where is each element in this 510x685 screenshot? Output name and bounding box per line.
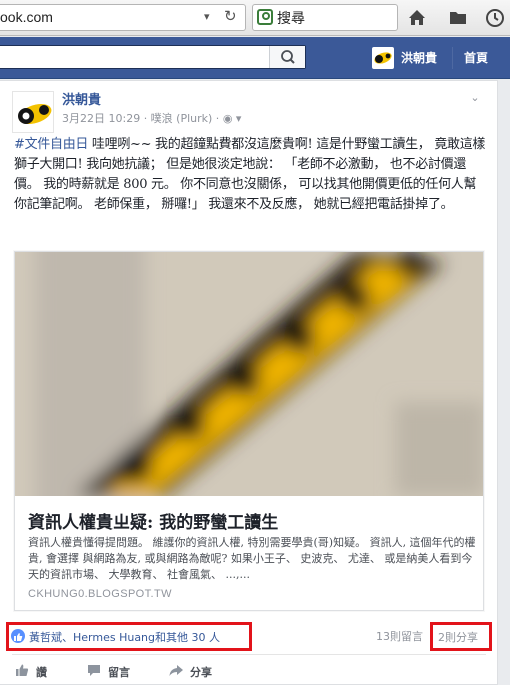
- link-preview-image[interactable]: [15, 252, 483, 496]
- facebook-search-button[interactable]: [269, 46, 305, 68]
- link-preview-domain: CKHUNG0.BLOGSPOT.TW: [28, 588, 172, 600]
- home-link[interactable]: 首頁: [464, 49, 488, 66]
- comments-count[interactable]: 13則留言: [376, 628, 423, 644]
- post-meta-text[interactable]: 3月22日 10:29 · 噗浪 (Plurk) ·: [62, 112, 223, 125]
- post-author-name[interactable]: 洪朝貴: [62, 89, 101, 108]
- browser-toolbar: ook.com ▾ ↻ 搜尋: [0, 0, 510, 36]
- browser-search-placeholder[interactable]: 搜尋: [277, 8, 305, 28]
- thumbs-up-icon: [16, 664, 29, 676]
- actions-divider: [12, 654, 486, 655]
- address-bar-url[interactable]: ook.com: [0, 9, 53, 25]
- link-preview-description: 資訊人權貴懂得提問題。 維護你的資訊人權, 特別需要學貴(哥)知疑。 資訊人, …: [28, 536, 476, 581]
- like-button-label[interactable]: 讚: [36, 664, 47, 680]
- link-preview-card[interactable]: 資訊人權貴ㄓ疑: 我的野蠻工讀生 資訊人權貴懂得提問題。 維護你的資訊人權, 特…: [14, 251, 484, 611]
- link-preview-title[interactable]: 資訊人權貴ㄓ疑: 我的野蠻工讀生: [28, 508, 278, 533]
- search-engine-icon[interactable]: [257, 9, 273, 25]
- speech-bubble-icon: [88, 665, 100, 676]
- share-button-label[interactable]: 分享: [190, 664, 212, 680]
- like-reaction-icon: [11, 629, 25, 643]
- post-hashtag[interactable]: #文件自由日: [14, 137, 88, 152]
- share-arrow-icon: [169, 665, 183, 676]
- home-icon[interactable]: [407, 8, 427, 28]
- likes-summary-highlight[interactable]: 黃哲斌、Hermes Huang和其他 30 人: [6, 622, 252, 651]
- magnifier-icon: [281, 50, 295, 64]
- address-bar[interactable]: ook.com ▾ ↻: [0, 4, 246, 31]
- facebook-header: 洪朝貴 首頁: [0, 37, 510, 79]
- shares-count-highlight[interactable]: 2則分享: [430, 622, 492, 651]
- browser-search-box[interactable]: 搜尋: [252, 4, 398, 31]
- header-username[interactable]: 洪朝貴: [401, 49, 437, 66]
- comment-button-label[interactable]: 留言: [108, 664, 130, 680]
- post-body: #文件自由日 哇哩咧~~ 我的超鐘點費都沒這麼貴啊! 這是什野蠻工讀生， 竟敢這…: [14, 135, 486, 215]
- bookmarks-folder-icon[interactable]: [448, 8, 468, 28]
- header-divider: [452, 47, 453, 69]
- profile-avatar[interactable]: [372, 47, 394, 69]
- history-clock-icon[interactable]: [485, 8, 505, 28]
- post-timestamp[interactable]: 3月22日 10:29 · 噗浪 (Plurk) · ◉ ▾: [62, 110, 241, 126]
- news-feed-post: 洪朝貴 3月22日 10:29 · 噗浪 (Plurk) · ◉ ▾ ⌄ #文件…: [0, 80, 498, 685]
- author-avatar[interactable]: [12, 91, 54, 133]
- url-history-dropdown-icon[interactable]: ▾: [204, 10, 210, 23]
- reload-icon[interactable]: ↻: [224, 7, 237, 25]
- facebook-search-input[interactable]: [0, 45, 306, 69]
- shares-count[interactable]: 2則分享: [438, 629, 478, 645]
- post-options-chevron-icon[interactable]: ⌄: [466, 91, 484, 105]
- likes-summary-text[interactable]: 黃哲斌、Hermes Huang和其他 30 人: [29, 629, 220, 645]
- audience-globe-icon[interactable]: ◉ ▾: [223, 112, 242, 125]
